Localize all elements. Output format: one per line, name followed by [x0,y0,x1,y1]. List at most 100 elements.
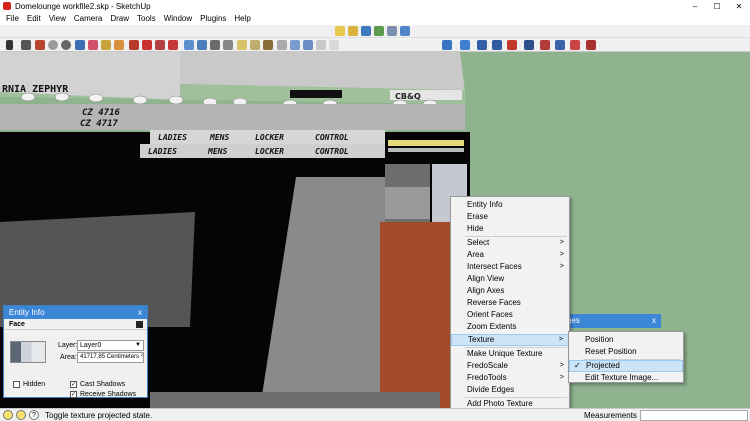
menu-camera[interactable]: Camera [70,12,106,25]
menu-tools[interactable]: Tools [133,12,160,25]
status-message: Toggle texture projected state. [45,410,153,420]
right-view-icon[interactable] [387,26,397,36]
menu-item-reverse-faces[interactable]: Reverse Faces [451,297,569,309]
standard-view-icon[interactable] [335,26,345,36]
paint-bucket-icon[interactable] [114,40,124,50]
back-view-icon[interactable] [400,26,410,36]
menu-file[interactable]: File [2,12,23,25]
iso-view-icon[interactable] [348,26,358,36]
submenu-item-edit-texture-image[interactable]: Edit Texture Image... [569,372,683,384]
menu-item-entity-info[interactable]: Entity Info [451,199,569,211]
sign-locker-1: LOCKER [255,133,284,142]
geo-location-icon[interactable] [3,410,13,420]
chevron-down-icon: ▼ [135,342,141,348]
menu-item-area[interactable]: Area > [451,249,569,261]
plugin-tool-8-icon[interactable] [555,40,565,50]
background-panel-header[interactable]: ges x [561,314,661,328]
cast-shadows-checkbox[interactable]: ✓ [70,381,77,388]
maximize-button[interactable]: ☐ [706,0,728,12]
submenu-item-projected[interactable]: ✓ Projected [569,360,683,372]
hidden-checkbox[interactable] [13,381,20,388]
red-carpet [380,222,450,408]
warehouse-icon[interactable] [237,40,247,50]
extension-icon[interactable] [263,40,273,50]
menu-item-select[interactable]: Select > [451,237,569,249]
plugin-tool-4-icon[interactable] [492,40,502,50]
menu-draw[interactable]: Draw [106,12,133,25]
zoom-tool-icon[interactable] [210,40,220,50]
plugin-tool-10-icon[interactable] [586,40,596,50]
zoom-extents-icon[interactable] [223,40,233,50]
hidden-line-icon[interactable] [329,40,339,50]
layer-select[interactable]: Layer0 ▼ [77,340,144,351]
receive-shadows-checkbox[interactable]: ✓ [70,391,77,398]
share-model-icon[interactable] [250,40,260,50]
entity-type-row: Face [4,319,147,330]
follow-me-icon[interactable] [168,40,178,50]
plugin-tool-6-icon[interactable] [524,40,534,50]
menu-item-label: Texture [468,335,495,344]
close-icon[interactable]: x [652,314,656,328]
section-plane-icon[interactable] [290,40,300,50]
make-component-icon[interactable] [75,40,85,50]
wireframe-icon[interactable] [316,40,326,50]
menu-item-divide-edges[interactable]: Divide Edges [451,384,569,396]
area-field[interactable]: 41717,85 Centimeters ² [77,352,144,363]
menu-plugins[interactable]: Plugins [196,12,230,25]
floor-trim [150,392,440,408]
pin-icon[interactable] [136,321,143,328]
push-pull-icon[interactable] [129,40,139,50]
menu-item-fredoscale[interactable]: FredoScale > [451,360,569,372]
pan-tool-icon[interactable] [197,40,207,50]
close-button[interactable]: ✕ [728,0,750,12]
select-tool-icon[interactable] [6,40,13,50]
plugin-tool-9-icon[interactable] [570,40,580,50]
rectangle-tool-icon[interactable] [35,40,45,50]
xray-icon[interactable] [303,40,313,50]
move-tool-icon[interactable] [142,40,152,50]
submenu-item-reset-position[interactable]: Reset Position [569,346,683,358]
tape-measure-icon[interactable] [101,40,111,50]
menu-item-make-unique-texture[interactable]: Make Unique Texture [451,348,569,360]
material-swatch[interactable] [10,341,46,363]
plugin-tool-2-icon[interactable] [460,40,470,50]
menu-item-zoom-extents[interactable]: Zoom Extents [451,321,569,333]
plugin-tool-1-icon[interactable] [442,40,452,50]
menu-item-erase[interactable]: Erase [451,211,569,223]
menu-item-orient-faces[interactable]: Orient Faces [451,309,569,321]
circle-tool-icon[interactable] [48,40,58,50]
rotate-tool-icon[interactable] [155,40,165,50]
menu-help[interactable]: Help [230,12,254,25]
menu-view[interactable]: View [45,12,70,25]
entity-info-title: Entity Info [9,308,45,317]
help-icon[interactable]: ? [29,410,39,420]
menu-item-intersect-faces[interactable]: Intersect Faces > [451,261,569,273]
eraser-tool-icon[interactable] [88,40,98,50]
credits-icon[interactable] [16,410,26,420]
cast-shadows-label: Cast Shadows [80,381,126,388]
line-tool-icon[interactable] [21,40,31,50]
measurements-label: Measurements [584,410,637,420]
menu-item-align-view[interactable]: Align View [451,273,569,285]
menu-item-label: Align Axes [467,286,505,295]
front-view-icon[interactable] [374,26,384,36]
orbit-tool-icon[interactable] [184,40,194,50]
plugin-tool-3-icon[interactable] [477,40,487,50]
minimize-button[interactable]: – [684,0,706,12]
submenu-item-position[interactable]: Position [569,334,683,346]
entity-info-header[interactable]: Entity Info x [4,306,147,319]
menu-edit[interactable]: Edit [23,12,45,25]
plugin-tool-7-icon[interactable] [540,40,550,50]
menu-item-label: FredoScale [467,361,508,370]
layout-icon[interactable] [277,40,287,50]
plugin-tool-5-icon[interactable] [507,40,517,50]
menu-item-hide[interactable]: Hide [451,223,569,235]
menu-item-texture[interactable]: Texture > [451,334,569,346]
menu-item-align-axes[interactable]: Align Axes [451,285,569,297]
close-icon[interactable]: x [138,306,142,319]
menu-window[interactable]: Window [160,12,196,25]
menu-item-fredotools[interactable]: FredoTools > [451,372,569,384]
measurements-input[interactable] [640,409,748,421]
top-view-icon[interactable] [361,26,371,36]
arc-tool-icon[interactable] [61,40,71,50]
